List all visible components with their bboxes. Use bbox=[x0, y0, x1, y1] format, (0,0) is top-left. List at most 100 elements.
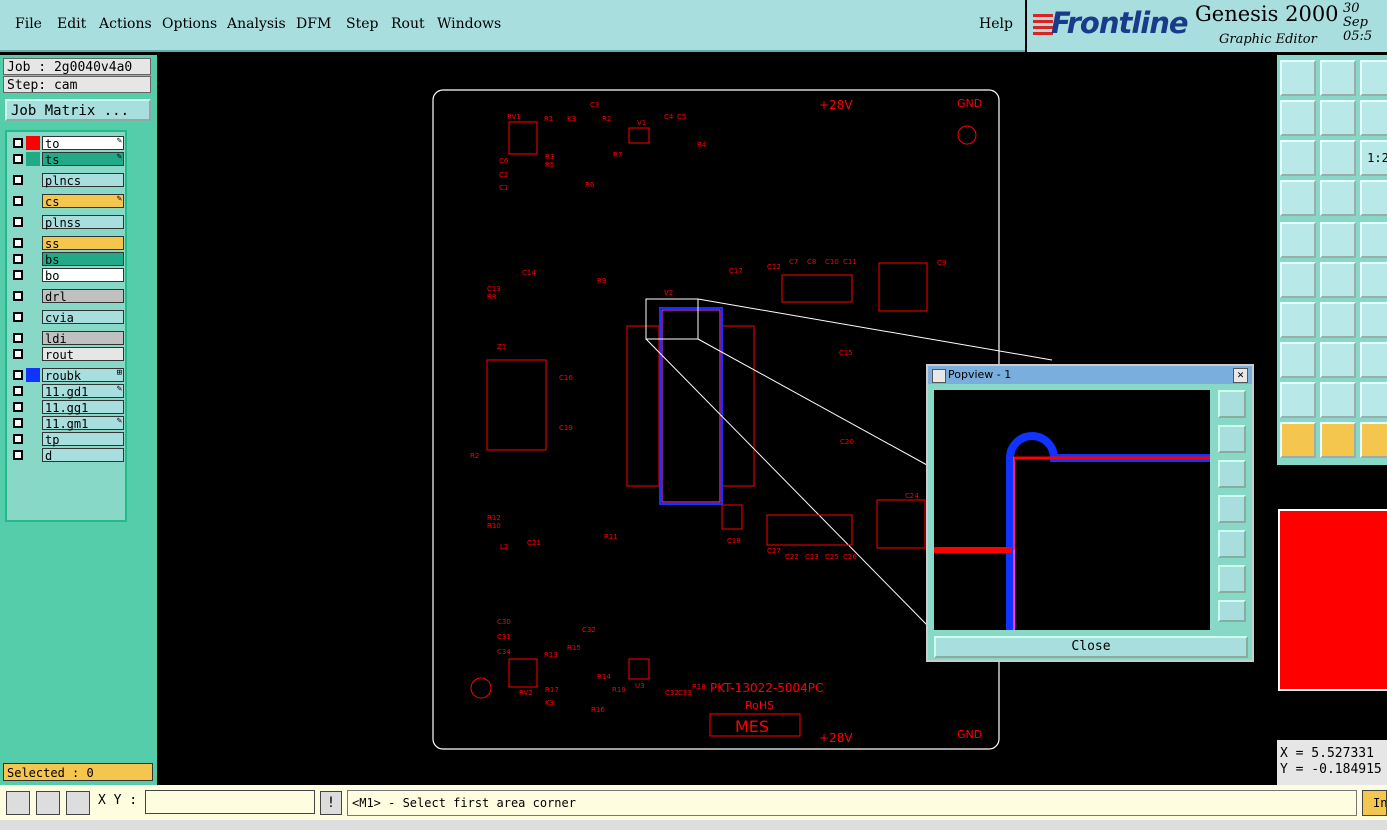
alert-button[interactable]: ! bbox=[320, 791, 342, 815]
layer-checkbox[interactable] bbox=[13, 254, 23, 264]
rotate-icon[interactable] bbox=[1360, 302, 1387, 338]
close-icon[interactable]: ✕ bbox=[1233, 368, 1248, 383]
xy-input[interactable] bbox=[145, 790, 315, 814]
overview-panel[interactable] bbox=[1277, 465, 1387, 740]
layer-checkbox[interactable] bbox=[13, 349, 23, 359]
triangle-edit-icon[interactable] bbox=[1360, 382, 1387, 418]
layer-checkbox[interactable] bbox=[13, 434, 23, 444]
layer-checkbox[interactable] bbox=[13, 217, 23, 227]
menu-options[interactable]: Options bbox=[162, 16, 217, 32]
popview-zoom-out-button[interactable] bbox=[1218, 565, 1246, 593]
layer-name[interactable]: cs bbox=[42, 194, 124, 209]
node-icon[interactable] bbox=[1280, 262, 1316, 298]
layer-checkbox[interactable] bbox=[13, 291, 23, 301]
layer-name[interactable]: 11.gm1 bbox=[42, 416, 124, 431]
zoom-fit-icon[interactable] bbox=[1280, 140, 1316, 176]
layer-checkbox[interactable] bbox=[13, 154, 23, 164]
menu-file[interactable]: File bbox=[15, 16, 42, 32]
pan-up-icon[interactable] bbox=[1280, 60, 1316, 96]
layer-row-rout[interactable]: rout bbox=[9, 347, 125, 362]
layer-row-ldi[interactable]: ldi bbox=[9, 331, 125, 346]
menu-actions[interactable]: Actions bbox=[99, 16, 152, 32]
layer-checkbox[interactable] bbox=[13, 238, 23, 248]
layer-color-swatch[interactable] bbox=[26, 368, 40, 382]
zoom-ratio-icon[interactable]: 1:2 bbox=[1360, 140, 1387, 176]
layer-color-swatch[interactable] bbox=[26, 136, 40, 150]
zoom-center-icon[interactable] bbox=[1320, 140, 1356, 176]
cross-icon[interactable] bbox=[1320, 262, 1356, 298]
layer-name[interactable]: 11.gg1 bbox=[42, 400, 124, 415]
split-icon[interactable] bbox=[1320, 342, 1356, 378]
pan-right-icon[interactable] bbox=[1320, 100, 1356, 136]
layer-checkbox[interactable] bbox=[13, 370, 23, 380]
layer-row-drl[interactable]: drl bbox=[9, 289, 125, 304]
layer-row-bs[interactable]: bs bbox=[9, 252, 125, 267]
ruler-icon[interactable] bbox=[1360, 222, 1387, 258]
popview-pan-left-button[interactable] bbox=[1218, 495, 1246, 523]
triangle-icon[interactable] bbox=[1280, 382, 1316, 418]
layer-name[interactable]: rout bbox=[42, 347, 124, 362]
select-icon[interactable] bbox=[1280, 222, 1316, 258]
layer-checkbox[interactable] bbox=[13, 196, 23, 206]
layers-view-icon[interactable] bbox=[1360, 180, 1387, 216]
layer-row-tp[interactable]: tp bbox=[9, 432, 125, 447]
measure-icon[interactable] bbox=[1320, 222, 1356, 258]
snap-grid-icon[interactable] bbox=[6, 791, 30, 815]
layer-row-ts[interactable]: ts ✎ bbox=[9, 152, 125, 167]
menu-dfm[interactable]: DFM bbox=[296, 16, 331, 32]
layer-name[interactable]: roubk bbox=[42, 368, 124, 383]
undo-view-icon[interactable] bbox=[1360, 100, 1387, 136]
popview-close-button[interactable]: Close bbox=[934, 636, 1248, 658]
layer-name[interactable]: d bbox=[42, 448, 124, 463]
pointer-box-icon[interactable] bbox=[1320, 422, 1356, 458]
menu-step[interactable]: Step bbox=[346, 16, 378, 32]
layer-name[interactable]: ss bbox=[42, 236, 124, 251]
layer-name[interactable]: bo bbox=[42, 268, 124, 283]
point-icon[interactable] bbox=[1360, 262, 1387, 298]
layer-name[interactable]: tp bbox=[42, 432, 124, 447]
job-matrix-button[interactable]: Job Matrix ... bbox=[5, 99, 151, 121]
layer-row-11-gd1[interactable]: 11.gd1 ✎ bbox=[9, 384, 125, 399]
layer-name[interactable]: 11.gd1 bbox=[42, 384, 124, 399]
instruction-button[interactable]: In bbox=[1362, 790, 1387, 816]
snap-angle-icon[interactable] bbox=[36, 791, 60, 815]
popview-canvas[interactable] bbox=[934, 390, 1210, 630]
layer-row-11-gm1[interactable]: 11.gm1 ✎ bbox=[9, 416, 125, 431]
align-icon[interactable] bbox=[1360, 342, 1387, 378]
layer-checkbox[interactable] bbox=[13, 270, 23, 280]
layer-name[interactable]: to bbox=[42, 136, 124, 151]
grid-view-icon[interactable] bbox=[1320, 180, 1356, 216]
menu-edit[interactable]: Edit bbox=[57, 16, 86, 32]
layer-row-ss[interactable]: ss bbox=[9, 236, 125, 251]
layer-row-plncs[interactable]: plncs bbox=[9, 173, 125, 188]
layer-row-cvia[interactable]: cvia bbox=[9, 310, 125, 325]
layer-name[interactable]: drl bbox=[42, 289, 124, 304]
window-menu-icon[interactable] bbox=[932, 369, 946, 383]
layer-checkbox[interactable] bbox=[13, 138, 23, 148]
menu-help[interactable]: Help bbox=[979, 16, 1013, 32]
layer-row-11-gg1[interactable]: 11.gg1 bbox=[9, 400, 125, 415]
layer-checkbox[interactable] bbox=[13, 418, 23, 428]
layer-row-cs[interactable]: cs ✎ bbox=[9, 194, 125, 209]
layer-name[interactable]: ts bbox=[42, 152, 124, 167]
layer-checkbox[interactable] bbox=[13, 450, 23, 460]
layer-checkbox[interactable] bbox=[13, 175, 23, 185]
menu-analysis[interactable]: Analysis bbox=[227, 16, 286, 32]
layer-name[interactable]: ldi bbox=[42, 331, 124, 346]
triangle-alt-icon[interactable] bbox=[1320, 382, 1356, 418]
home-icon[interactable] bbox=[1360, 60, 1387, 96]
layer-checkbox[interactable] bbox=[13, 312, 23, 322]
popview-titlebar[interactable]: Popview - 1 ✕ bbox=[928, 366, 1252, 384]
layer-checkbox[interactable] bbox=[13, 402, 23, 412]
popview-zoom-in-button[interactable] bbox=[1218, 600, 1246, 622]
popview-fit-button[interactable] bbox=[1218, 390, 1246, 418]
popview-pan-down-button[interactable] bbox=[1218, 460, 1246, 488]
line-angle-icon[interactable] bbox=[1280, 302, 1316, 338]
layer-name[interactable]: cvia bbox=[42, 310, 124, 325]
layer-name[interactable]: plncs bbox=[42, 173, 124, 188]
pan-down-icon[interactable] bbox=[1320, 60, 1356, 96]
layer-row-bo[interactable]: bo bbox=[9, 268, 125, 283]
popview-pan-up-button[interactable] bbox=[1218, 425, 1246, 453]
layer-color-swatch[interactable] bbox=[26, 152, 40, 166]
pointer-shape-icon[interactable] bbox=[1360, 422, 1387, 458]
